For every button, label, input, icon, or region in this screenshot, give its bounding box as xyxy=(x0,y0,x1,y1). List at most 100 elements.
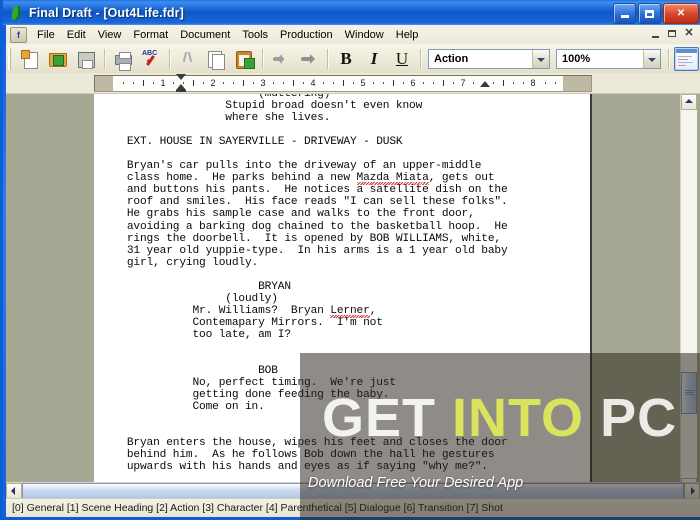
script-line: and buttons his pants. He notices a sate… xyxy=(94,184,508,197)
script-line: girl, crying loudly. xyxy=(94,256,259,269)
menu-tools[interactable]: Tools xyxy=(236,27,274,43)
zoom-level-value: 100% xyxy=(562,52,591,65)
scroll-right-arrow-icon[interactable] xyxy=(684,483,700,499)
mdi-restore-button[interactable] xyxy=(665,27,679,40)
close-button[interactable]: ✕ xyxy=(663,3,699,24)
script-line xyxy=(94,413,590,425)
script-line: getting done feeding the baby. xyxy=(94,389,390,402)
paste-button[interactable] xyxy=(231,46,257,72)
ruler-number-4: 4 xyxy=(310,78,316,88)
script-line: behind him. As he follows Bob down the h… xyxy=(94,449,495,462)
menu-window[interactable]: Window xyxy=(339,27,390,43)
zoom-level-chevron-down-icon[interactable] xyxy=(643,49,660,68)
open-document-button[interactable] xyxy=(45,46,71,72)
copy-button[interactable] xyxy=(203,46,229,72)
menu-file[interactable]: File xyxy=(31,27,61,43)
main-toolbar: ABC B I U Action 100% xyxy=(6,44,700,74)
horizontal-scrollbar[interactable] xyxy=(6,482,700,499)
underline-button[interactable]: U xyxy=(389,46,415,72)
spellcheck-abc-icon: ABC xyxy=(142,50,160,68)
window-frame: Final Draft - [Out4Life.fdr] ✕ f File Ed… xyxy=(0,0,700,520)
ruler-number-2: 2 xyxy=(210,78,216,88)
menu-document[interactable]: Document xyxy=(174,27,236,43)
menu-help[interactable]: Help xyxy=(390,27,425,43)
ruler-bar: 1 2 3 4 5 6 7 8 xyxy=(6,73,700,94)
script-line: upwards with his hands and eyes as if sa… xyxy=(94,461,488,474)
element-type-combo[interactable]: Action xyxy=(428,48,550,69)
new-document-icon xyxy=(21,49,39,69)
scroll-left-arrow-icon[interactable] xyxy=(6,483,22,499)
script-line: Bryan's car pulls into the driveway of a… xyxy=(94,160,482,173)
toolbar-separator-4 xyxy=(327,48,328,69)
right-indent-marker[interactable] xyxy=(480,81,490,90)
horizontal-scroll-thumb[interactable] xyxy=(22,483,684,499)
script-line xyxy=(94,353,590,365)
script-line: (loudly) xyxy=(94,292,278,305)
zoom-level-combo[interactable]: 100% xyxy=(556,48,661,69)
script-line xyxy=(94,269,590,281)
script-line: Stupid broad doesn't even know xyxy=(94,100,423,113)
ruler-number-1: 1 xyxy=(160,78,166,88)
spellcheck-button[interactable]: ABC xyxy=(138,46,164,72)
element-type-value: Action xyxy=(434,52,469,65)
vertical-scrollbar[interactable] xyxy=(680,94,697,494)
cut-button[interactable] xyxy=(175,46,201,72)
status-bar: [0] General [1] Scene Heading [2] Action… xyxy=(6,498,700,517)
ruler-number-7: 7 xyxy=(460,78,466,88)
menu-format[interactable]: Format xyxy=(127,27,174,43)
new-document-button[interactable] xyxy=(17,46,43,72)
script-line: roof and smiles. His face reads "I can s… xyxy=(94,196,508,209)
document-area: (muttering) Stupid broad doesn't even kn… xyxy=(6,94,700,494)
mdi-window-controls: ✕ xyxy=(648,27,696,40)
save-document-button[interactable] xyxy=(73,46,99,72)
element-type-chevron-down-icon[interactable] xyxy=(532,49,549,68)
horizontal-scroll-track[interactable] xyxy=(22,483,684,499)
script-line xyxy=(94,148,590,160)
misspelled-word: Lerner xyxy=(330,304,370,317)
toolbar-separator-1 xyxy=(104,48,105,69)
toolbar-separator-5 xyxy=(420,48,421,69)
menu-edit[interactable]: Edit xyxy=(61,27,92,43)
vertical-scroll-thumb[interactable] xyxy=(681,372,697,414)
horizontal-ruler[interactable]: 1 2 3 4 5 6 7 8 xyxy=(94,75,592,92)
script-line: Bryan enters the house, wipes his feet a… xyxy=(94,437,508,450)
ruler-number-5: 5 xyxy=(360,78,366,88)
vertical-scroll-track[interactable] xyxy=(681,110,697,478)
document-menu-icon[interactable]: f xyxy=(10,26,27,43)
clipboard-paste-icon xyxy=(235,50,255,69)
script-line: class home. He parks behind a new Mazda … xyxy=(94,172,495,185)
normal-view-button[interactable] xyxy=(674,46,699,71)
script-text[interactable]: (muttering) Stupid broad doesn't even kn… xyxy=(94,94,590,494)
element-shortcuts-text: [0] General [1] Scene Heading [2] Action… xyxy=(12,502,503,514)
script-line: too late, am I? xyxy=(94,328,291,341)
ruler-number-6: 6 xyxy=(410,78,416,88)
left-indent-marker[interactable] xyxy=(176,73,187,92)
italic-button[interactable]: I xyxy=(361,46,387,72)
bold-button[interactable]: B xyxy=(333,46,359,72)
toolbar-separator-6 xyxy=(668,48,669,69)
script-line xyxy=(94,341,590,353)
script-line: Come on in. xyxy=(94,401,265,414)
window-controls: ✕ xyxy=(613,3,699,24)
scroll-up-arrow-icon[interactable] xyxy=(681,94,697,110)
menu-production[interactable]: Production xyxy=(274,27,339,43)
script-line xyxy=(94,124,590,136)
menu-view[interactable]: View xyxy=(92,27,128,43)
script-line: BRYAN xyxy=(94,280,291,293)
maximize-button[interactable] xyxy=(638,3,661,24)
undo-button[interactable] xyxy=(268,46,294,72)
underline-label: U xyxy=(395,49,409,68)
client-area: f File Edit View Format Document Tools P… xyxy=(6,25,700,517)
mdi-close-button[interactable]: ✕ xyxy=(682,27,696,40)
minimize-button[interactable] xyxy=(613,3,636,24)
script-line: BOB xyxy=(94,365,278,378)
script-line: where she lives. xyxy=(94,112,331,125)
scissors-icon xyxy=(179,50,197,68)
mdi-minimize-button[interactable] xyxy=(648,27,662,40)
redo-button[interactable] xyxy=(296,46,322,72)
script-page[interactable]: (muttering) Stupid broad doesn't even kn… xyxy=(94,94,592,494)
toolbar-grip[interactable] xyxy=(8,47,13,70)
window-title: Final Draft - [Out4Life.fdr] xyxy=(29,5,184,20)
printer-icon xyxy=(114,50,132,71)
print-button[interactable] xyxy=(110,46,136,72)
